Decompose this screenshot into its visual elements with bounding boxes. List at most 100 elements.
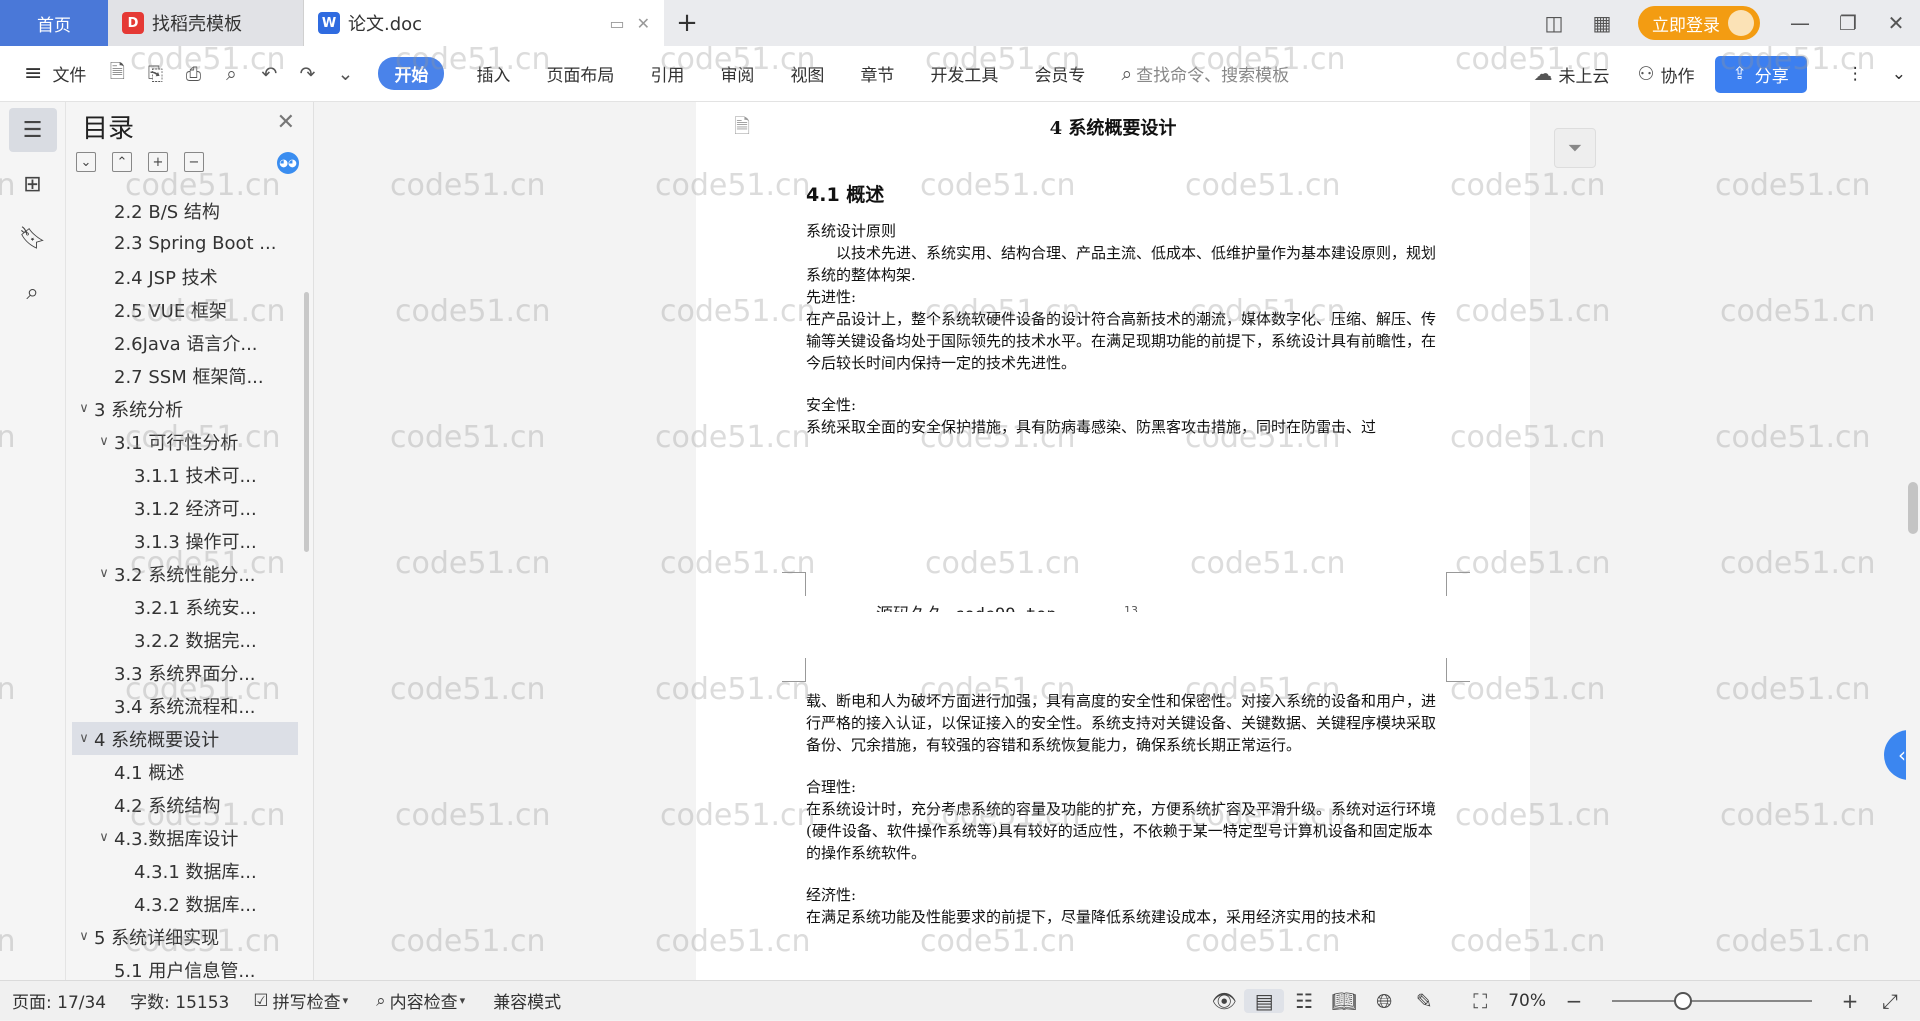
tab-home[interactable]: 首页 (0, 0, 108, 46)
save-icon[interactable]: 🗎 (98, 58, 136, 90)
more-dropdown-icon[interactable]: ⌄ (326, 63, 364, 85)
outline-item[interactable]: ∨ 4.3.数据库设计 (72, 821, 298, 854)
reading-view-icon[interactable]: 📖︎ (1324, 989, 1364, 1013)
document-page[interactable]: 🗎 4 系统概要设计 4.1 概述 系统设计原则 以技术先进、系统实用、结构合理、… (696, 102, 1530, 694)
chevron-down-icon[interactable]: ∨ (94, 830, 114, 845)
outline-item[interactable]: 2.5 VUE 框架 (72, 293, 298, 326)
outline-item[interactable]: 3.1.3 操作可... (72, 524, 298, 557)
outline-item[interactable]: 3.1.2 经济可... (72, 491, 298, 524)
tab-developer[interactable]: 开发工具 (912, 61, 1016, 86)
fullscreen-icon[interactable]: ⤢ (1870, 989, 1910, 1013)
tab-references[interactable]: 引用 (632, 61, 702, 86)
outline-item[interactable]: 2.6Java 语言介... (72, 326, 298, 359)
outline-view-icon[interactable]: ☷ (1284, 989, 1324, 1013)
zoom-slider-knob[interactable] (1674, 992, 1692, 1010)
command-search[interactable]: ⌕ 查找命令、搜索模板 (1121, 61, 1289, 87)
window-mode-icon[interactable]: ▭ (609, 14, 624, 33)
outline-item[interactable]: 2.2 B/S 结构 (72, 194, 298, 227)
more-options-icon[interactable]: ⋮ (1833, 64, 1878, 84)
fit-page-icon[interactable]: ⛶ (1460, 989, 1500, 1013)
compat-mode[interactable]: 兼容模式 (481, 988, 573, 1013)
chevron-down-icon[interactable]: ∨ (74, 929, 94, 944)
new-tab-button[interactable]: + (664, 0, 710, 46)
document-page[interactable]: 载、断电和人为破坏方面进行加强，具有高度的安全性和保密性。对接入系统的设备和用户… (696, 612, 1530, 980)
spell-check[interactable]: ☑ 拼写检查 ▾ (241, 988, 364, 1014)
outline-item[interactable]: 3.2.1 系统安... (72, 590, 298, 623)
scroll-thumb[interactable] (1908, 482, 1918, 534)
tab-start[interactable]: 开始 (378, 57, 445, 90)
page-count[interactable]: 页面: 17/34 (0, 988, 118, 1013)
chevron-down-icon[interactable]: ∨ (94, 566, 114, 581)
collab-button[interactable]: ⚇ 协作 (1623, 62, 1708, 87)
login-button[interactable]: 立即登录 (1638, 6, 1760, 40)
collapse-ribbon-icon[interactable]: ⌄ (1878, 64, 1920, 84)
outline-item[interactable]: 4.1 概述 (72, 755, 298, 788)
undo-icon[interactable]: ↶ (250, 63, 288, 85)
export-icon[interactable]: ⎘ (136, 63, 174, 85)
outline-item[interactable]: 3.1.1 技术可... (72, 458, 298, 491)
expand-icon[interactable]: ⌄ (76, 152, 96, 172)
outline-item[interactable]: 4.3.1 数据库... (72, 854, 298, 887)
outline-icon[interactable]: ☰ (8, 108, 57, 152)
word-count[interactable]: 字数: 15153 (118, 988, 241, 1013)
remove-level-icon[interactable]: − (184, 152, 204, 172)
preview-icon[interactable]: ⌕ (212, 63, 250, 85)
close-outline-icon[interactable]: ✕ (277, 110, 295, 135)
zoom-in-icon[interactable]: + (1830, 989, 1870, 1013)
outline-item[interactable]: ∨ 5 系统详细实现 (72, 920, 298, 953)
outline-item[interactable]: ∨ 4 系统概要设计 (72, 722, 298, 755)
chevron-down-icon[interactable]: ∨ (74, 401, 94, 416)
vertical-scrollbar[interactable] (1906, 102, 1920, 980)
cloud-status[interactable]: ☁ 未上云 (1519, 62, 1623, 87)
outline-item[interactable]: ∨ 3.1 可行性分析 (72, 425, 298, 458)
window-close-icon[interactable]: ✕ (1872, 11, 1920, 35)
apps-grid-icon[interactable]: ▦ (1578, 11, 1626, 35)
find-icon[interactable]: ⌕ (9, 270, 57, 314)
tab-page-layout[interactable]: 页面布局 (528, 61, 632, 86)
chevron-down-icon[interactable]: ∨ (74, 731, 94, 746)
outline-item[interactable]: 3.4 系统流程和... (72, 689, 298, 722)
tab-chapter[interactable]: 章节 (842, 61, 912, 86)
outline-item[interactable]: 2.4 JSP 技术 (72, 260, 298, 293)
restore-icon[interactable]: ❐ (1824, 11, 1872, 35)
file-menu[interactable]: ≡ 文件 (0, 61, 98, 86)
pen-icon[interactable]: ✎ (1404, 989, 1444, 1013)
outline-item[interactable]: ∨ 3 系统分析 (72, 392, 298, 425)
share-button[interactable]: ⇪ 分享 (1714, 55, 1807, 93)
tab-document[interactable]: W 论文.doc ▭ ✕ (304, 0, 664, 46)
zoom-slider[interactable] (1612, 992, 1812, 1010)
web-view-icon[interactable]: 🌐︎ (1364, 989, 1404, 1013)
ai-assistant-icon[interactable]: ◕◕ (277, 152, 299, 174)
document-area[interactable]: 🗎 4 系统概要设计 4.1 概述 系统设计原则 以技术先进、系统实用、结构合理、… (314, 102, 1906, 980)
outline-item[interactable]: 3.3 系统界面分... (72, 656, 298, 689)
tab-view[interactable]: 视图 (772, 61, 842, 86)
outline-scrollbar[interactable] (304, 292, 309, 552)
outline-item[interactable]: 2.3 Spring Boot ... (72, 227, 298, 260)
outline-item[interactable]: 4.3.2 数据库... (72, 887, 298, 920)
outline-item[interactable]: 4.2 系统结构 (72, 788, 298, 821)
minimize-icon[interactable]: — (1776, 11, 1824, 35)
outline-item[interactable]: 3.2.2 数据完... (72, 623, 298, 656)
page-view-icon[interactable]: ▤ (1244, 989, 1285, 1013)
eye-icon[interactable]: 👁︎ (1204, 989, 1244, 1013)
close-tab-icon[interactable]: ✕ (637, 14, 650, 33)
outline-item[interactable]: ∨ 3.2 系统性能分... (72, 557, 298, 590)
outline-item[interactable]: 5.1 用户信息管... (72, 953, 298, 981)
redo-icon[interactable]: ↷ (288, 63, 326, 85)
add-level-icon[interactable]: + (148, 152, 168, 172)
tab-insert[interactable]: 插入 (458, 61, 528, 86)
zoom-level[interactable]: 70% (1508, 991, 1546, 1011)
layout-icon[interactable]: ◫ (1530, 11, 1578, 35)
tab-member[interactable]: 会员专 (1016, 61, 1103, 86)
collapse-icon[interactable]: ⌃ (112, 152, 132, 172)
tab-review[interactable]: 审阅 (702, 61, 772, 86)
chevron-down-icon[interactable]: ∨ (94, 434, 114, 449)
outline-item[interactable]: 2.7 SSM 框架简... (72, 359, 298, 392)
filter-icon[interactable]: ⏷ (1554, 128, 1596, 168)
print-icon[interactable]: ⎙ (174, 63, 212, 85)
tab-template[interactable]: D 找稻壳模板 (108, 0, 304, 46)
bookmark-icon[interactable]: 🔖︎ (9, 216, 57, 260)
content-check[interactable]: ⌕ 内容检查 ▾ (364, 988, 481, 1014)
zoom-out-icon[interactable]: − (1554, 989, 1594, 1013)
chapter-nav-icon[interactable]: ⊞ (9, 162, 57, 206)
